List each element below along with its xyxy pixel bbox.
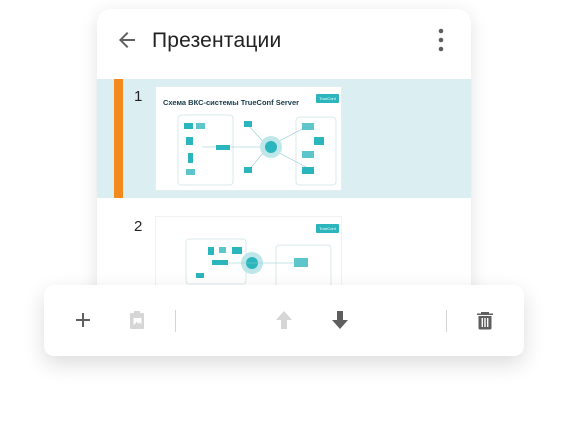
slide-toolbar [44, 285, 524, 356]
presentations-panel: Презентации 1 Схема ВКС-системы TrueConf… [97, 9, 471, 309]
slide-number: 2 [134, 218, 143, 235]
panel-header: Презентации [97, 9, 471, 71]
slide-item-1[interactable]: 1 Схема ВКС-системы TrueConf Server True… [97, 79, 471, 198]
clipboard-image-icon [130, 311, 144, 329]
toolbar-divider [175, 310, 176, 332]
back-arrow-icon[interactable] [115, 28, 139, 52]
slide-title: Схема ВКС-системы TrueConf Server [163, 98, 300, 107]
trash-icon[interactable] [473, 308, 497, 332]
more-vertical-icon[interactable] [431, 26, 451, 54]
plus-icon[interactable] [71, 308, 95, 332]
brand-logo: TrueConf [316, 94, 339, 103]
brand-logo: TrueConf [316, 224, 339, 233]
selection-indicator [114, 79, 123, 198]
toolbar-divider [446, 310, 447, 332]
arrow-down-icon[interactable] [328, 308, 352, 332]
page-title: Презентации [152, 29, 282, 52]
slide-thumbnail[interactable]: Схема ВКС-системы TrueConf Server TrueCo… [155, 86, 342, 191]
arrow-up-icon [276, 311, 292, 329]
slide-number: 1 [134, 88, 143, 105]
